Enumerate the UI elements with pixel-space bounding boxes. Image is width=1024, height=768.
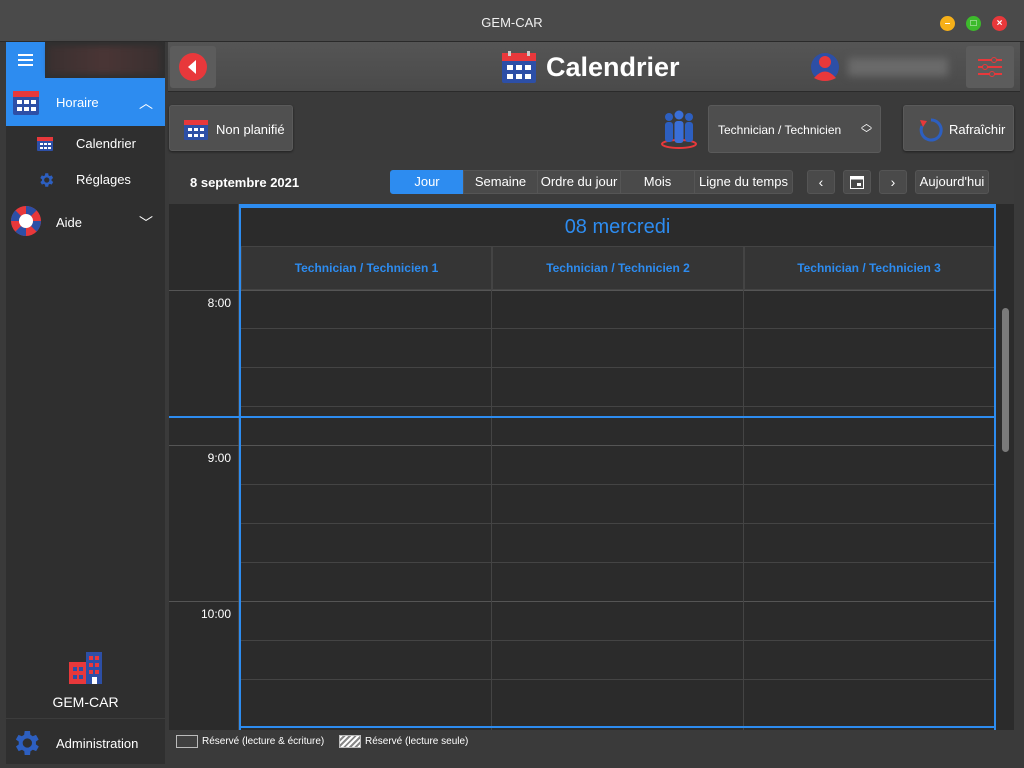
date-picker-button[interactable]: [843, 170, 871, 194]
user-banner: [48, 46, 160, 74]
close-button[interactable]: ×: [992, 16, 1007, 31]
time-gutter: [169, 204, 239, 730]
day-label: 08 mercredi: [564, 216, 671, 238]
calendar-icon: [502, 51, 536, 83]
slot-line: [239, 367, 996, 368]
slot-line: [239, 562, 996, 563]
hour-line: [169, 601, 996, 602]
team-icon: [661, 110, 697, 149]
calendar-toolbar: 8 septembre 2021 Jour Semaine Ordre du j…: [169, 160, 1014, 204]
calendar-icon: [13, 91, 39, 115]
sidebar-item-administration[interactable]: Administration: [6, 718, 165, 764]
sidebar-item-aide[interactable]: Aide ﹀: [6, 198, 165, 246]
sidebar-item-label: Calendrier: [76, 136, 136, 151]
unplanned-button[interactable]: Non planifié: [169, 105, 293, 151]
sidebar-item-label: Aide: [56, 215, 83, 230]
today-button[interactable]: Aujourd'hui: [915, 170, 989, 194]
refresh-label: Rafraîchir: [949, 122, 1006, 137]
chevron-up-icon: ︿: [139, 95, 153, 111]
updown-chevron-icon: ︿ ﹀: [861, 118, 872, 140]
slot-line: [239, 484, 996, 485]
column-divider: [491, 290, 492, 730]
sidebar-item-horaire[interactable]: Horaire ︿: [6, 78, 165, 126]
slot-line: [239, 679, 996, 680]
sidebar: Horaire ︿ Calendrier Réglages Aide ﹀ GEM…: [6, 42, 165, 764]
view-day-tab[interactable]: Jour: [390, 170, 464, 194]
page-title: Calendrier: [546, 52, 680, 82]
hour-label: 8:00: [207, 296, 231, 310]
hour-line: [169, 290, 996, 291]
calendar-date: 8 septembre 2021: [190, 175, 300, 190]
refresh-button[interactable]: Rafraîchir: [903, 105, 1014, 151]
slot-line: [239, 523, 996, 524]
filter-settings-button[interactable]: [966, 46, 1014, 88]
back-button[interactable]: [170, 46, 216, 88]
resource-select-value: Technician / Technicien: [718, 123, 842, 137]
view-agenda-tab[interactable]: Ordre du jour: [537, 170, 621, 194]
back-arrow-icon: [179, 53, 207, 81]
gear-icon: [40, 173, 54, 187]
menu-toggle-button[interactable]: [6, 42, 45, 78]
current-time-indicator: [169, 416, 996, 418]
sidebar-item-reglages[interactable]: Réglages: [6, 162, 165, 196]
user-name: [848, 58, 948, 76]
vertical-scrollbar[interactable]: [1002, 308, 1009, 452]
day-grid: 08 mercredi Technician / Technicien 1 Te…: [169, 204, 1014, 730]
calendar-icon: [37, 137, 53, 151]
lifebuoy-icon: [11, 206, 41, 236]
maximize-button[interactable]: □: [966, 16, 981, 31]
sidebar-item-calendrier[interactable]: Calendrier: [6, 126, 165, 160]
window-title: GEM-CAR: [481, 15, 543, 30]
resource-header-1: Technician / Technicien 1: [241, 246, 492, 290]
prev-button[interactable]: ‹: [807, 170, 835, 194]
sliders-icon: [978, 57, 1002, 77]
brand-label: GEM-CAR: [52, 694, 119, 710]
view-week-tab[interactable]: Semaine: [463, 170, 538, 194]
user-avatar-icon[interactable]: [810, 51, 840, 83]
minimize-button[interactable]: –: [940, 16, 955, 31]
view-month-tab[interactable]: Mois: [620, 170, 695, 194]
page-header: Calendrier: [168, 42, 1020, 92]
day-border: [239, 726, 996, 728]
sidebar-item-label: Horaire: [56, 95, 99, 110]
gear-icon: [15, 731, 39, 755]
resource-select[interactable]: Technician / Technicien ︿ ﹀: [708, 105, 881, 153]
slot-line: [239, 406, 996, 407]
slot-line: [239, 328, 996, 329]
title-bar: GEM-CAR – □ ×: [0, 0, 1024, 42]
day-header: 08 mercredi: [239, 204, 996, 246]
calendar-icon: [184, 120, 208, 140]
day-border: [239, 246, 241, 730]
legend-read-only: Réservé (lecture seule): [365, 736, 469, 747]
legend-swatch-read-write: [176, 735, 198, 748]
legend-swatch-read-only: [339, 735, 361, 748]
resource-header-2: Technician / Technicien 2: [492, 246, 744, 290]
day-border: [994, 246, 996, 730]
hour-label: 9:00: [207, 451, 231, 465]
column-divider: [743, 290, 744, 730]
slot-line: [239, 640, 996, 641]
resource-header-3: Technician / Technicien 3: [744, 246, 994, 290]
next-button[interactable]: ›: [879, 170, 907, 194]
legend-read-write: Réservé (lecture & écriture): [202, 736, 325, 747]
chevron-down-icon: ﹀: [139, 215, 153, 231]
sidebar-item-label: Réglages: [76, 172, 131, 187]
sidebar-item-label: Administration: [56, 736, 139, 751]
hour-line: [169, 445, 996, 446]
refresh-icon: [919, 118, 943, 142]
hour-label: 10:00: [200, 607, 231, 621]
buildings-icon: [69, 652, 102, 684]
calendar-panel: 8 septembre 2021 Jour Semaine Ordre du j…: [169, 160, 1014, 730]
calendar-picker-icon: [850, 176, 864, 189]
view-timeline-tab[interactable]: Ligne du temps: [694, 170, 793, 194]
unplanned-label: Non planifié: [216, 122, 285, 137]
